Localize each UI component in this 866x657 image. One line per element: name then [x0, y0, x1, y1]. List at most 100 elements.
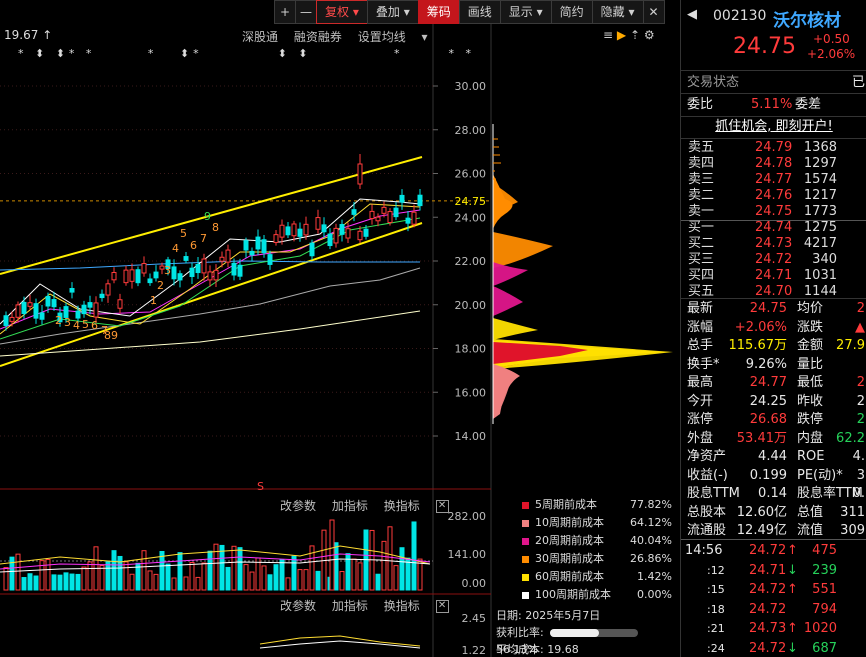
quote-value: 2 [856, 301, 865, 316]
tick-time: :21 [707, 622, 725, 635]
flag-icon[interactable]: ▶ [617, 28, 626, 42]
chevron-down-icon: ▾ [536, 5, 543, 19]
trade-status: 交易状态 已 [681, 73, 866, 93]
tick-time: :12 [707, 563, 725, 577]
volume-bar [99, 564, 105, 591]
quote-label: 总手 [687, 338, 714, 353]
fuquan-dropdown[interactable]: 复权 ▾ [316, 0, 368, 24]
quote-value: 0.199 [749, 467, 787, 483]
candle-body [297, 228, 303, 237]
sell-level-2[interactable]: 卖四 24.78 1297 [681, 156, 866, 172]
volume-bar [219, 544, 225, 591]
close-icon[interactable]: ✕ [435, 500, 449, 513]
volume-bar [123, 561, 129, 591]
stock-name: 沃尔核材 [773, 11, 841, 31]
level-volume: 4217 [803, 236, 837, 251]
volume-bar [27, 573, 33, 591]
trend-lines [0, 156, 423, 367]
xianshi-dropdown[interactable]: 显示 ▾ [499, 0, 552, 24]
quote-row: 股息TTM 0.14 股息率TTM 0. [681, 484, 866, 505]
candle-body [183, 256, 189, 261]
candle-body [411, 211, 417, 225]
legend-label: 100周期前成本 [535, 588, 611, 601]
legend-pct: 64.12% [630, 516, 672, 529]
tick-volume: 551 [812, 582, 837, 597]
sell-level-4[interactable]: 卖二 24.76 1217 [681, 188, 866, 204]
legend-row: 5周期前成本 77.82% [522, 496, 672, 514]
switch-indicator-button[interactable]: 换指标 [384, 599, 420, 613]
add-indicator-button[interactable]: 加指标 [332, 499, 368, 513]
sequence-number: 5 [82, 318, 89, 331]
candle-body [177, 273, 183, 281]
chouma-button[interactable]: 筹码 [417, 0, 460, 24]
sell-level-1[interactable]: 卖五 24.79 1368 [681, 140, 866, 156]
legend-swatch [522, 555, 529, 563]
volume-bar [15, 553, 21, 591]
chart-toolbar: + — 复权 ▾ 叠加 ▾ 筹码 画线 显示 ▾ 简约 隐藏 ▾ ✕ [274, 0, 665, 24]
link-set-ma[interactable]: 设置均线 [358, 30, 406, 44]
quote-label: 流通股 [687, 523, 727, 538]
level-volume: 1275 [803, 220, 837, 235]
sequence-number: 6 [190, 239, 197, 252]
volume-indicator-menu: 改参数 加指标 换指标 ✕ [268, 497, 449, 514]
link-rongzi[interactable]: 融资融券 [294, 30, 342, 44]
chip-tail [493, 364, 520, 419]
buy-level-2[interactable]: 买二 24.73 4217 [681, 236, 866, 252]
legend-pct: 0.00% [637, 588, 672, 601]
sequence-number: 4 [73, 319, 80, 332]
candle-body [417, 194, 423, 207]
buy-level-3[interactable]: 买三 24.72 340 [681, 252, 866, 268]
cursor-icon[interactable]: ⇡ [630, 28, 640, 42]
volume-bar [225, 566, 231, 591]
quote-row: 涨幅 +2.06% 涨跌 ▲ [681, 318, 866, 339]
candle-body [219, 256, 225, 262]
volume-axis-label: 282.00 [448, 510, 487, 523]
edit-params-button[interactable]: 改参数 [280, 599, 316, 613]
quote-row: 净资产 4.44 ROE 4. [681, 447, 866, 468]
tick-volume: 687 [812, 640, 837, 656]
legend-label: 10周期前成本 [535, 516, 604, 529]
tick-row: :18 24.72 794 [681, 600, 866, 620]
legend-row: 100周期前成本 0.00% [522, 586, 672, 604]
yincang-dropdown[interactable]: 隐藏 ▾ [591, 0, 644, 24]
gear-icon[interactable]: ⚙ [644, 28, 655, 42]
candle-body [75, 310, 81, 319]
quote-label: ROE [797, 449, 825, 464]
sell-level-5[interactable]: 卖一 24.75 1773 [681, 204, 866, 220]
price-change-pct: +2.06% [807, 47, 856, 61]
close-icon[interactable]: ✕ [642, 0, 665, 24]
volume-bar [231, 545, 237, 591]
sequence-number: 5 [180, 227, 187, 240]
level-volume: 1031 [803, 268, 837, 283]
volume-bar [177, 552, 183, 591]
candle-body [381, 206, 387, 214]
diejia-dropdown[interactable]: 叠加 ▾ [366, 0, 419, 24]
add-indicator-button[interactable]: 加指标 [332, 599, 368, 613]
huaxian-button[interactable]: 画线 [458, 0, 501, 24]
candle-body [69, 288, 75, 293]
buy-level-1[interactable]: 买一 24.74 1275 [681, 220, 866, 236]
jianyue-button[interactable]: 简约 [550, 0, 593, 24]
quote-value: 24.77 [749, 375, 787, 390]
quote-value: 309 [840, 523, 865, 538]
buy-level-4[interactable]: 买四 24.71 1031 [681, 268, 866, 284]
candle-body [9, 316, 15, 322]
candle-body [45, 295, 51, 307]
back-icon[interactable]: ◀ [687, 7, 697, 22]
zoom-out-button[interactable]: — [295, 0, 317, 24]
stock-code: 002130 [713, 8, 767, 24]
close-icon[interactable]: ✕ [435, 600, 449, 613]
edit-params-button[interactable]: 改参数 [280, 499, 316, 513]
volume-bar [315, 570, 321, 591]
legend-row: 20周期前成本 40.04% [522, 532, 672, 550]
open-account-link[interactable]: 抓住机会, 即刻开户! [681, 117, 866, 137]
quote-label: 股息TTM [687, 486, 740, 501]
link-shengutong[interactable]: 深股通 [242, 30, 278, 44]
sell-level-3[interactable]: 卖三 24.77 1574 [681, 172, 866, 188]
zoom-in-button[interactable]: + [274, 0, 296, 24]
candle-body [267, 254, 273, 265]
quote-label: 净资产 [687, 449, 727, 464]
switch-indicator-button[interactable]: 换指标 [384, 499, 420, 513]
price-axis-label: 14.00 [455, 430, 487, 443]
menu-icon[interactable]: ≡ [603, 28, 613, 42]
